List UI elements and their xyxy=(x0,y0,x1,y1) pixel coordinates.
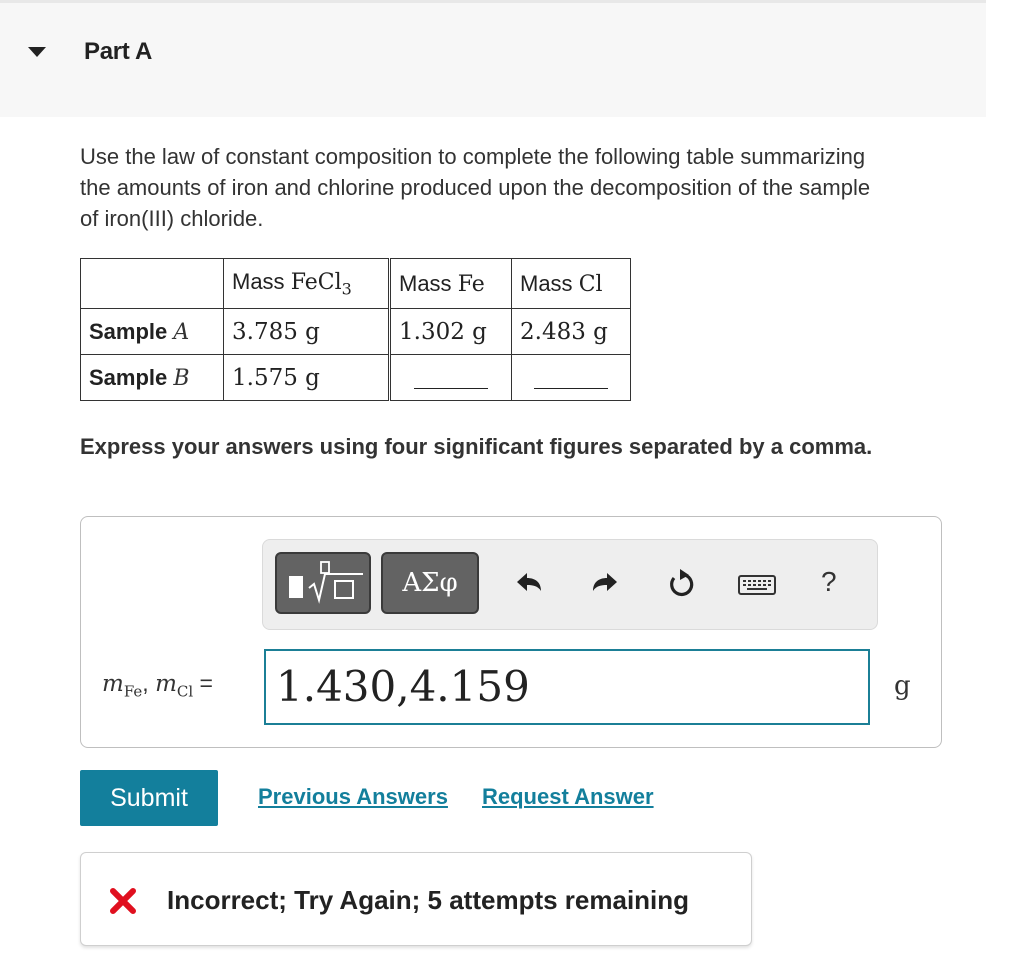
table-header-cell: Mass Cl xyxy=(511,258,631,309)
table-blank-cell xyxy=(511,354,631,401)
answer-input[interactable]: 1.430,4.159 xyxy=(264,649,870,725)
request-answer-link[interactable]: Request Answer xyxy=(482,784,654,810)
table-header-cell: Mass FeCl3 xyxy=(223,258,390,309)
table-corner-cell xyxy=(80,258,224,309)
table-cell: 1.302 g xyxy=(388,308,512,355)
error-x-icon xyxy=(110,888,136,914)
answer-unit: g xyxy=(894,671,911,701)
caret-down-icon[interactable] xyxy=(28,47,46,57)
undo-icon[interactable] xyxy=(511,564,547,604)
previous-answers-link[interactable]: Previous Answers xyxy=(258,784,448,810)
question-text: Use the law of constant composition to c… xyxy=(80,144,871,231)
table-header-cell: Mass Fe xyxy=(388,258,512,309)
part-title: Part A xyxy=(84,38,152,65)
table-row: Sample A 3.785 g 1.302 g 2.483 g xyxy=(80,308,631,355)
submit-button[interactable]: Submit xyxy=(80,770,218,826)
data-table: Mass FeCl3 Mass Fe Mass Cl Sample A 3.78… xyxy=(80,258,631,401)
redo-icon[interactable] xyxy=(587,564,623,604)
table-cell: 2.483 g xyxy=(511,308,631,355)
table-row-header: Sample A xyxy=(80,308,224,355)
table-row: Sample B 1.575 g xyxy=(80,354,631,401)
templates-button[interactable] xyxy=(275,552,371,614)
table-row-header: Sample B xyxy=(80,354,224,401)
math-toolbar: ΑΣφ ? xyxy=(262,539,878,630)
feedback-box: Incorrect; Try Again; 5 attempts remaini… xyxy=(80,852,752,946)
answer-variable-label: mFe, mCl = xyxy=(102,670,213,701)
templates-icon xyxy=(289,561,363,604)
blank-line xyxy=(534,374,608,389)
blank-line xyxy=(414,374,488,389)
keyboard-icon[interactable] xyxy=(737,564,777,604)
part-header[interactable]: Part A xyxy=(0,3,986,117)
table-cell: 1.575 g xyxy=(223,354,390,401)
instruction-text: Express your answers using four signific… xyxy=(80,434,873,459)
feedback-text: Incorrect; Try Again; 5 attempts remaini… xyxy=(167,885,690,915)
table-blank-cell xyxy=(388,354,512,401)
greek-symbols-button[interactable]: ΑΣφ xyxy=(381,552,479,614)
reset-icon[interactable] xyxy=(663,564,699,604)
table-cell: 3.785 g xyxy=(223,308,390,355)
table-header-row: Mass FeCl3 Mass Fe Mass Cl xyxy=(80,258,631,309)
help-button[interactable]: ? xyxy=(821,566,837,598)
